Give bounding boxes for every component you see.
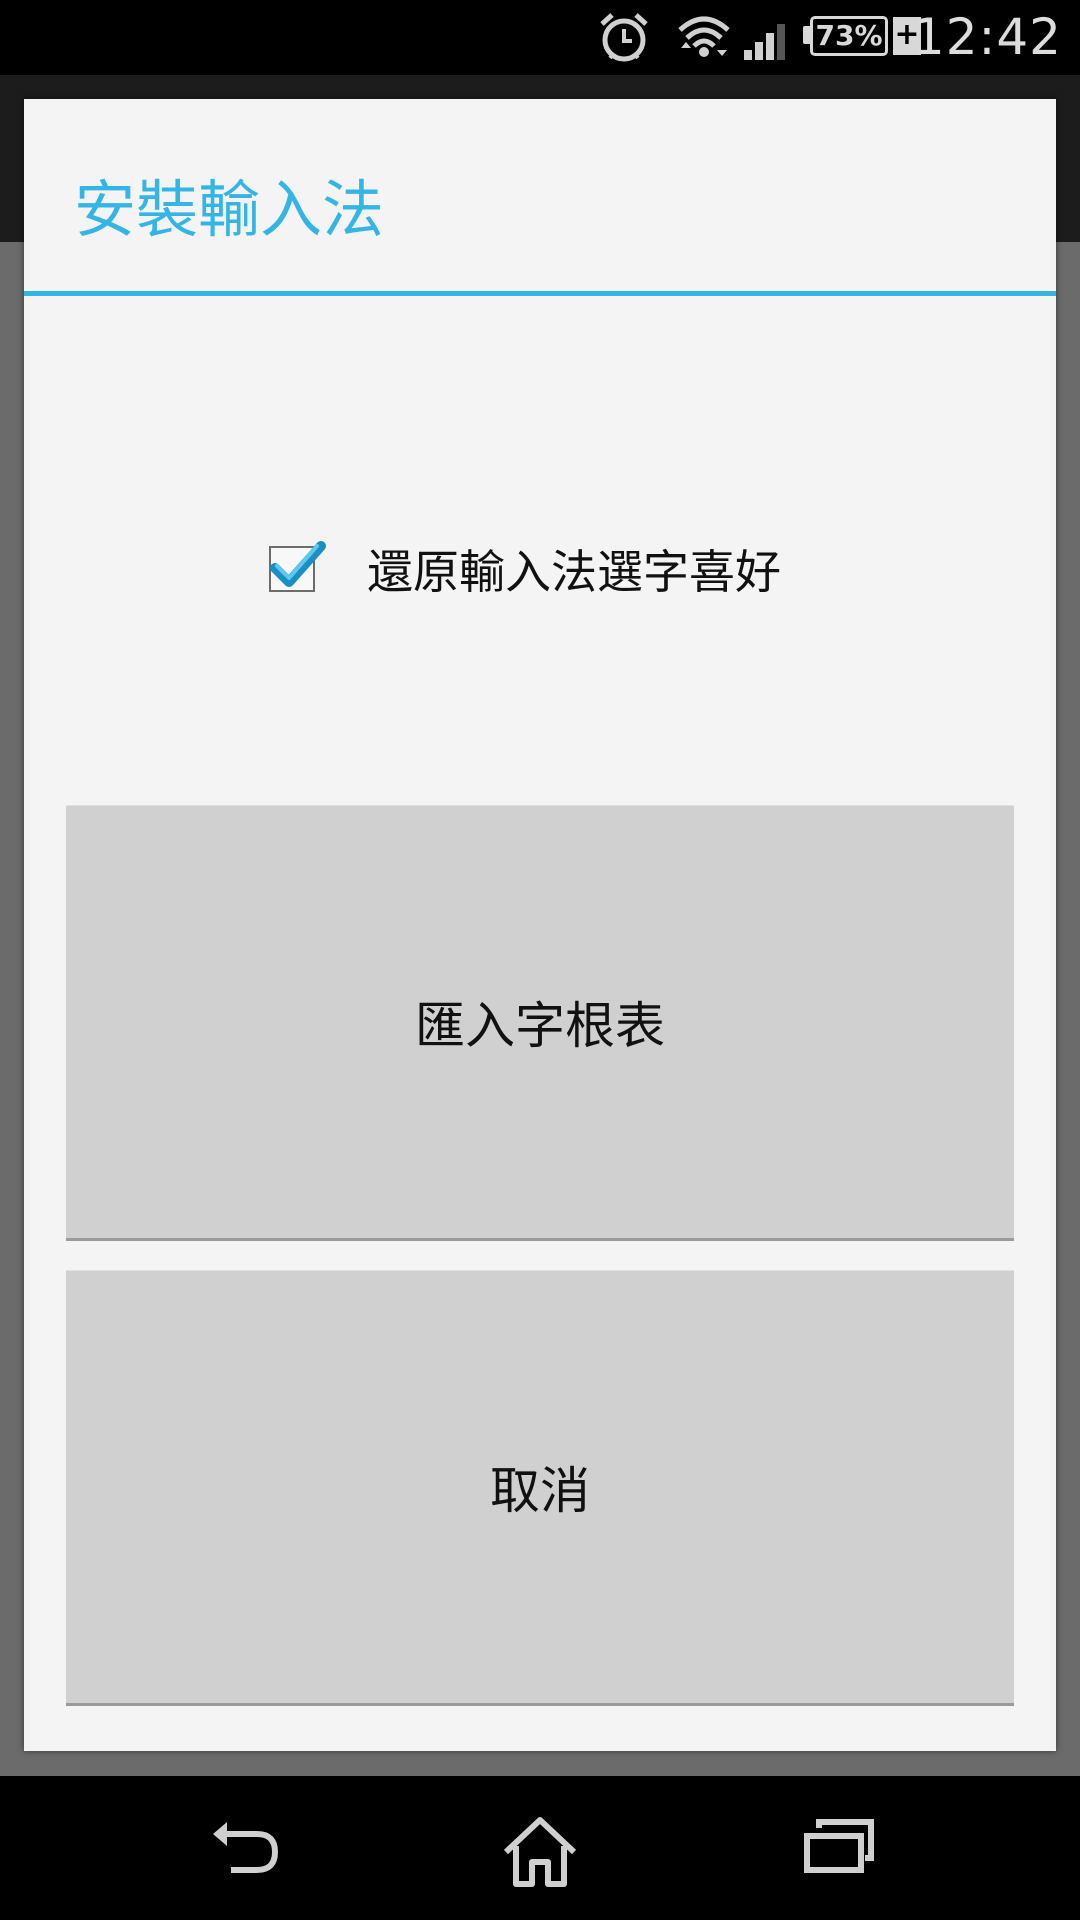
install-ime-dialog: 安裝輸入法 還原輸入法選字喜好 匯入字根表 取消: [24, 99, 1056, 1751]
checkmark-icon: [270, 541, 326, 587]
status-clock: 12:42: [912, 8, 1062, 66]
signal-icon: [744, 24, 785, 60]
back-icon[interactable]: [205, 1816, 281, 1880]
navigation-bar: [0, 1776, 1080, 1920]
status-bar: 73% + 12:42: [0, 0, 1080, 75]
restore-preferences-checkbox[interactable]: [269, 541, 326, 592]
dialog-title: 安裝輸入法: [74, 173, 385, 246]
battery-icon: 73%: [810, 16, 888, 56]
restore-preferences-label: 還原輸入法選字喜好: [367, 545, 781, 599]
title-divider: [24, 291, 1056, 296]
recents-icon[interactable]: [803, 1816, 875, 1876]
alarm-clock-icon: [600, 13, 648, 62]
battery-percent: 73%: [815, 19, 883, 52]
import-radicals-button[interactable]: 匯入字根表: [66, 805, 1014, 1241]
cancel-button[interactable]: 取消: [66, 1270, 1014, 1706]
battery-nub: [803, 26, 810, 44]
home-icon[interactable]: [500, 1816, 580, 1888]
restore-preferences-checkbox-row[interactable]: 還原輸入法選字喜好: [269, 529, 781, 609]
wifi-icon: [678, 16, 730, 57]
